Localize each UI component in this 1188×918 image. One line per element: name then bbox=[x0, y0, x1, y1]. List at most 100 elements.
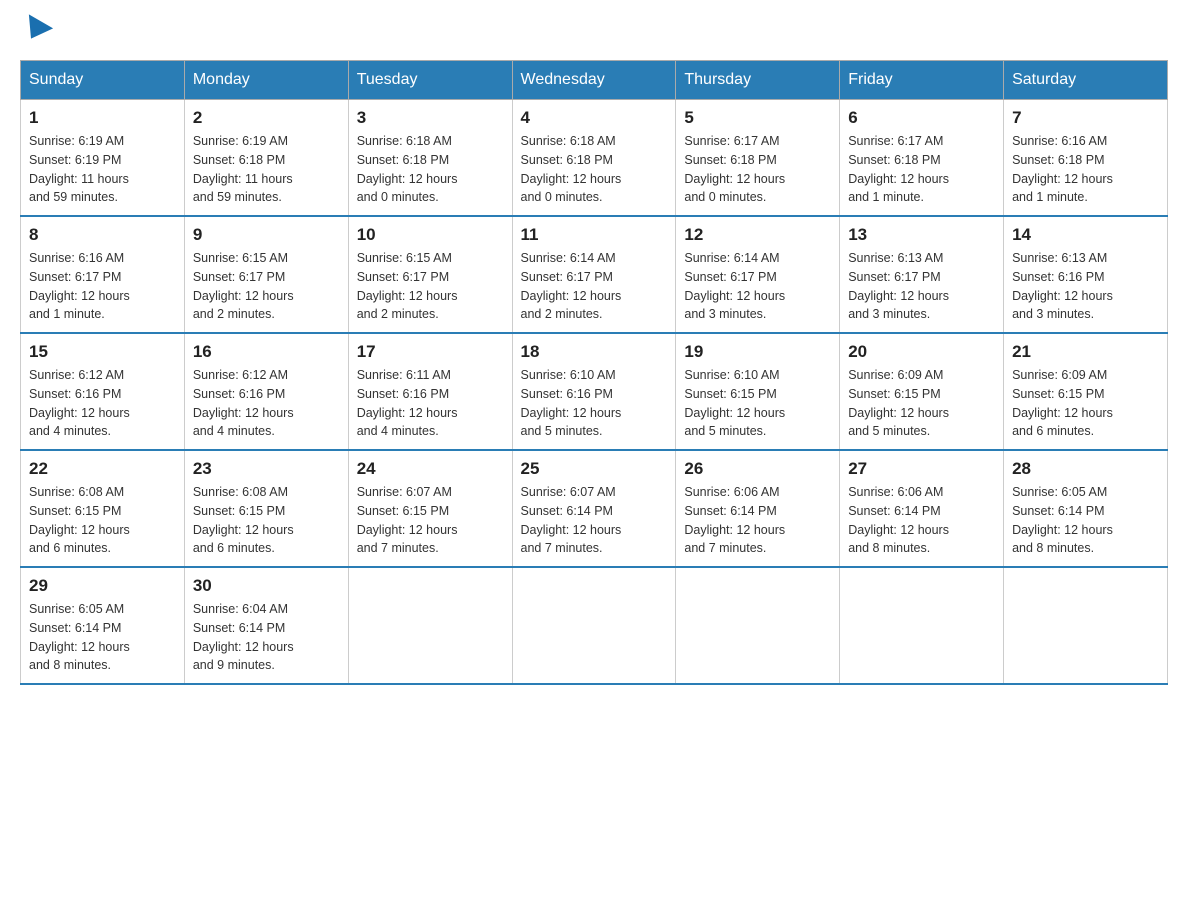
week-row-2: 8Sunrise: 6:16 AMSunset: 6:17 PMDaylight… bbox=[21, 216, 1168, 333]
day-number: 29 bbox=[29, 576, 176, 596]
page-header bbox=[20, 20, 1168, 40]
day-info: Sunrise: 6:15 AMSunset: 6:17 PMDaylight:… bbox=[357, 251, 458, 321]
day-number: 15 bbox=[29, 342, 176, 362]
day-info: Sunrise: 6:18 AMSunset: 6:18 PMDaylight:… bbox=[357, 134, 458, 204]
day-number: 10 bbox=[357, 225, 504, 245]
day-number: 19 bbox=[684, 342, 831, 362]
day-cell: 27 Sunrise: 6:06 AMSunset: 6:14 PMDayligh… bbox=[840, 450, 1004, 567]
day-number: 5 bbox=[684, 108, 831, 128]
day-number: 12 bbox=[684, 225, 831, 245]
day-cell bbox=[348, 567, 512, 684]
day-info: Sunrise: 6:10 AMSunset: 6:15 PMDaylight:… bbox=[684, 368, 785, 438]
day-cell: 17Sunrise: 6:11 AMSunset: 6:16 PMDayligh… bbox=[348, 333, 512, 450]
calendar-table: SundayMondayTuesdayWednesdayThursdayFrid… bbox=[20, 60, 1168, 685]
day-number: 13 bbox=[848, 225, 995, 245]
col-header-saturday: Saturday bbox=[1004, 61, 1168, 100]
day-info: Sunrise: 6:19 AMSunset: 6:18 PMDaylight:… bbox=[193, 134, 293, 204]
week-row-4: 22 Sunrise: 6:08 AMSunset: 6:15 PMDayligh… bbox=[21, 450, 1168, 567]
day-number: 18 bbox=[521, 342, 668, 362]
day-number: 25 bbox=[521, 459, 668, 479]
day-cell bbox=[840, 567, 1004, 684]
day-number: 6 bbox=[848, 108, 995, 128]
day-number: 22 bbox=[29, 459, 176, 479]
week-row-5: 29 Sunrise: 6:05 AMSunset: 6:14 PMDayligh… bbox=[21, 567, 1168, 684]
week-row-3: 15 Sunrise: 6:12 AMSunset: 6:16 PMDayligh… bbox=[21, 333, 1168, 450]
day-number: 20 bbox=[848, 342, 995, 362]
day-info: Sunrise: 6:16 AMSunset: 6:17 PMDaylight:… bbox=[29, 251, 130, 321]
day-cell: 20 Sunrise: 6:09 AMSunset: 6:15 PMDayligh… bbox=[840, 333, 1004, 450]
day-cell: 3 Sunrise: 6:18 AMSunset: 6:18 PMDaylight… bbox=[348, 100, 512, 217]
day-cell: 16 Sunrise: 6:12 AMSunset: 6:16 PMDayligh… bbox=[184, 333, 348, 450]
day-cell bbox=[512, 567, 676, 684]
col-header-sunday: Sunday bbox=[21, 61, 185, 100]
day-cell: 8Sunrise: 6:16 AMSunset: 6:17 PMDaylight… bbox=[21, 216, 185, 333]
day-cell bbox=[1004, 567, 1168, 684]
day-cell: 11 Sunrise: 6:14 AMSunset: 6:17 PMDayligh… bbox=[512, 216, 676, 333]
day-info: Sunrise: 6:09 AMSunset: 6:15 PMDaylight:… bbox=[848, 368, 949, 438]
day-info: Sunrise: 6:15 AMSunset: 6:17 PMDaylight:… bbox=[193, 251, 294, 321]
day-number: 26 bbox=[684, 459, 831, 479]
day-info: Sunrise: 6:14 AMSunset: 6:17 PMDaylight:… bbox=[521, 251, 622, 321]
day-cell: 9 Sunrise: 6:15 AMSunset: 6:17 PMDaylight… bbox=[184, 216, 348, 333]
day-info: Sunrise: 6:19 AMSunset: 6:19 PMDaylight:… bbox=[29, 134, 129, 204]
day-cell: 6 Sunrise: 6:17 AMSunset: 6:18 PMDaylight… bbox=[840, 100, 1004, 217]
day-info: Sunrise: 6:17 AMSunset: 6:18 PMDaylight:… bbox=[848, 134, 949, 204]
col-header-wednesday: Wednesday bbox=[512, 61, 676, 100]
day-info: Sunrise: 6:05 AMSunset: 6:14 PMDaylight:… bbox=[29, 602, 130, 672]
col-header-friday: Friday bbox=[840, 61, 1004, 100]
day-number: 2 bbox=[193, 108, 340, 128]
day-info: Sunrise: 6:07 AMSunset: 6:15 PMDaylight:… bbox=[357, 485, 458, 555]
day-info: Sunrise: 6:13 AMSunset: 6:17 PMDaylight:… bbox=[848, 251, 949, 321]
day-info: Sunrise: 6:07 AMSunset: 6:14 PMDaylight:… bbox=[521, 485, 622, 555]
day-info: Sunrise: 6:10 AMSunset: 6:16 PMDaylight:… bbox=[521, 368, 622, 438]
day-cell: 25 Sunrise: 6:07 AMSunset: 6:14 PMDayligh… bbox=[512, 450, 676, 567]
day-info: Sunrise: 6:06 AMSunset: 6:14 PMDaylight:… bbox=[848, 485, 949, 555]
day-info: Sunrise: 6:08 AMSunset: 6:15 PMDaylight:… bbox=[29, 485, 130, 555]
day-number: 11 bbox=[521, 225, 668, 245]
day-number: 17 bbox=[357, 342, 504, 362]
day-cell: 30 Sunrise: 6:04 AMSunset: 6:14 PMDayligh… bbox=[184, 567, 348, 684]
day-info: Sunrise: 6:06 AMSunset: 6:14 PMDaylight:… bbox=[684, 485, 785, 555]
col-header-monday: Monday bbox=[184, 61, 348, 100]
day-cell: 2 Sunrise: 6:19 AMSunset: 6:18 PMDaylight… bbox=[184, 100, 348, 217]
day-info: Sunrise: 6:13 AMSunset: 6:16 PMDaylight:… bbox=[1012, 251, 1113, 321]
day-cell: 26 Sunrise: 6:06 AMSunset: 6:14 PMDayligh… bbox=[676, 450, 840, 567]
day-number: 7 bbox=[1012, 108, 1159, 128]
day-cell: 24 Sunrise: 6:07 AMSunset: 6:15 PMDayligh… bbox=[348, 450, 512, 567]
day-cell: 14 Sunrise: 6:13 AMSunset: 6:16 PMDayligh… bbox=[1004, 216, 1168, 333]
day-info: Sunrise: 6:04 AMSunset: 6:14 PMDaylight:… bbox=[193, 602, 294, 672]
day-number: 16 bbox=[193, 342, 340, 362]
day-number: 3 bbox=[357, 108, 504, 128]
day-number: 1 bbox=[29, 108, 176, 128]
day-number: 30 bbox=[193, 576, 340, 596]
day-cell: 29 Sunrise: 6:05 AMSunset: 6:14 PMDayligh… bbox=[21, 567, 185, 684]
day-cell: 28Sunrise: 6:05 AMSunset: 6:14 PMDayligh… bbox=[1004, 450, 1168, 567]
col-header-thursday: Thursday bbox=[676, 61, 840, 100]
day-cell: 21 Sunrise: 6:09 AMSunset: 6:15 PMDayligh… bbox=[1004, 333, 1168, 450]
day-cell: 7Sunrise: 6:16 AMSunset: 6:18 PMDaylight… bbox=[1004, 100, 1168, 217]
day-number: 4 bbox=[521, 108, 668, 128]
day-info: Sunrise: 6:12 AMSunset: 6:16 PMDaylight:… bbox=[193, 368, 294, 438]
day-info: Sunrise: 6:18 AMSunset: 6:18 PMDaylight:… bbox=[521, 134, 622, 204]
day-cell: 23Sunrise: 6:08 AMSunset: 6:15 PMDayligh… bbox=[184, 450, 348, 567]
logo-triangle-icon bbox=[19, 14, 53, 45]
day-number: 27 bbox=[848, 459, 995, 479]
day-number: 9 bbox=[193, 225, 340, 245]
day-number: 28 bbox=[1012, 459, 1159, 479]
day-info: Sunrise: 6:14 AMSunset: 6:17 PMDaylight:… bbox=[684, 251, 785, 321]
day-info: Sunrise: 6:12 AMSunset: 6:16 PMDaylight:… bbox=[29, 368, 130, 438]
logo bbox=[20, 20, 52, 40]
day-cell: 10 Sunrise: 6:15 AMSunset: 6:17 PMDayligh… bbox=[348, 216, 512, 333]
day-cell: 5Sunrise: 6:17 AMSunset: 6:18 PMDaylight… bbox=[676, 100, 840, 217]
day-number: 14 bbox=[1012, 225, 1159, 245]
day-info: Sunrise: 6:09 AMSunset: 6:15 PMDaylight:… bbox=[1012, 368, 1113, 438]
day-cell: 4 Sunrise: 6:18 AMSunset: 6:18 PMDaylight… bbox=[512, 100, 676, 217]
day-cell: 15 Sunrise: 6:12 AMSunset: 6:16 PMDayligh… bbox=[21, 333, 185, 450]
col-header-tuesday: Tuesday bbox=[348, 61, 512, 100]
day-cell: 22 Sunrise: 6:08 AMSunset: 6:15 PMDayligh… bbox=[21, 450, 185, 567]
day-cell: 19 Sunrise: 6:10 AMSunset: 6:15 PMDayligh… bbox=[676, 333, 840, 450]
day-number: 21 bbox=[1012, 342, 1159, 362]
day-cell: 12 Sunrise: 6:14 AMSunset: 6:17 PMDayligh… bbox=[676, 216, 840, 333]
week-row-1: 1 Sunrise: 6:19 AMSunset: 6:19 PMDaylight… bbox=[21, 100, 1168, 217]
day-number: 24 bbox=[357, 459, 504, 479]
